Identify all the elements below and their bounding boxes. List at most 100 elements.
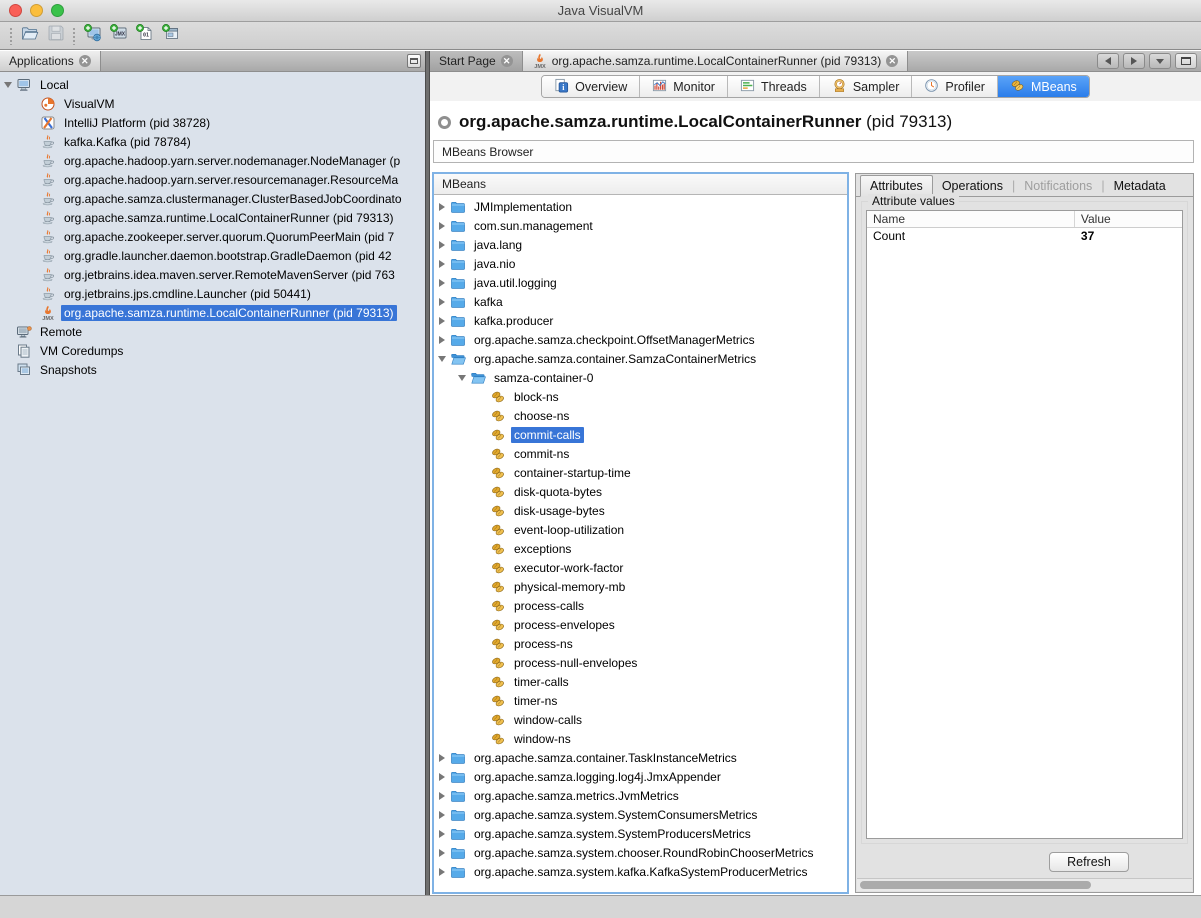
application-tree-item[interactable]: Remote	[0, 322, 425, 341]
application-tree-item[interactable]: org.apache.hadoop.yarn.server.nodemanage…	[0, 151, 425, 170]
expand-expander-icon[interactable]	[434, 830, 450, 838]
document-tab[interactable]: JMXorg.apache.samza.runtime.LocalContain…	[523, 51, 909, 71]
tab-list-button[interactable]	[1149, 53, 1171, 69]
mbean-tree-item[interactable]: org.apache.samza.metrics.JvmMetrics	[434, 786, 847, 805]
mbean-tree-item[interactable]: window-calls	[434, 710, 847, 729]
subtab-overview[interactable]: iOverview	[542, 76, 640, 97]
close-window-button[interactable]	[9, 4, 22, 17]
toolbar-grip[interactable]	[72, 27, 77, 45]
mbean-tree-item[interactable]: process-calls	[434, 596, 847, 615]
mbean-tree-item[interactable]: event-loop-utilization	[434, 520, 847, 539]
maximize-tab-button[interactable]	[1175, 53, 1197, 69]
mbean-tree-item[interactable]: container-startup-time	[434, 463, 847, 482]
mbean-tree-item[interactable]: com.sun.management	[434, 216, 847, 235]
zoom-window-button[interactable]	[51, 4, 64, 17]
application-tree-item[interactable]: org.apache.hadoop.yarn.server.resourcema…	[0, 170, 425, 189]
table-row[interactable]: Count37	[867, 228, 1182, 246]
application-tree-item[interactable]: VM Coredumps	[0, 341, 425, 360]
mbean-tree-item[interactable]: java.util.logging	[434, 273, 847, 292]
mbean-tree-item[interactable]: org.apache.samza.container.TaskInstanceM…	[434, 748, 847, 767]
tab-applications[interactable]: Applications ✕	[0, 51, 101, 71]
expand-expander-icon[interactable]	[434, 811, 450, 819]
collapse-expander-icon[interactable]	[434, 356, 450, 362]
application-tree-item[interactable]: kafka.Kafka (pid 78784)	[0, 132, 425, 151]
add-jmx-connection-button[interactable]: JMX	[106, 24, 132, 48]
mbean-tree-item[interactable]: java.lang	[434, 235, 847, 254]
mbean-tree-item[interactable]: kafka	[434, 292, 847, 311]
application-tree-item[interactable]: org.apache.samza.runtime.LocalContainerR…	[0, 208, 425, 227]
expand-expander-icon[interactable]	[434, 868, 450, 876]
expand-expander-icon[interactable]	[434, 203, 450, 211]
mbean-tree-item[interactable]: commit-calls	[434, 425, 847, 444]
collapse-expander-icon[interactable]	[454, 375, 470, 381]
close-icon[interactable]: ✕	[501, 55, 513, 67]
application-tree-item[interactable]: JMXorg.apache.samza.runtime.LocalContain…	[0, 303, 425, 322]
mbean-tree-item[interactable]: org.apache.samza.container.SamzaContaine…	[434, 349, 847, 368]
mbean-tree-item[interactable]: org.apache.samza.checkpoint.OffsetManage…	[434, 330, 847, 349]
mbean-tree-item[interactable]: JMImplementation	[434, 197, 847, 216]
expand-expander-icon[interactable]	[434, 317, 450, 325]
minimize-panel-button[interactable]	[407, 54, 421, 68]
application-tree-item[interactable]: VisualVM	[0, 94, 425, 113]
toolbar-grip[interactable]	[9, 27, 14, 45]
column-header-name[interactable]: Name	[867, 211, 1075, 227]
mbean-tree-item[interactable]: executor-work-factor	[434, 558, 847, 577]
horizontal-scrollbar[interactable]	[857, 878, 1192, 891]
document-tab[interactable]: Start Page✕	[430, 51, 523, 71]
application-tree-item[interactable]: org.apache.zookeeper.server.quorum.Quoru…	[0, 227, 425, 246]
expand-expander-icon[interactable]	[434, 773, 450, 781]
subtab-profiler[interactable]: Profiler	[912, 76, 998, 97]
column-header-value[interactable]: Value	[1075, 211, 1117, 227]
scrollbar-thumb[interactable]	[860, 881, 1091, 889]
expand-expander-icon[interactable]	[434, 279, 450, 287]
application-tree-item[interactable]: org.jetbrains.idea.maven.server.RemoteMa…	[0, 265, 425, 284]
mbean-tree-item[interactable]: org.apache.samza.system.kafka.KafkaSyste…	[434, 862, 847, 881]
tab-operations[interactable]: Operations	[933, 176, 1012, 196]
application-tree-item[interactable]: org.apache.samza.clustermanager.ClusterB…	[0, 189, 425, 208]
mbean-tree-item[interactable]: timer-ns	[434, 691, 847, 710]
subtab-mbeans[interactable]: MBeans	[998, 76, 1089, 97]
close-icon[interactable]: ✕	[79, 55, 91, 67]
mbean-tree-item[interactable]: org.apache.samza.system.SystemConsumersM…	[434, 805, 847, 824]
subtab-sampler[interactable]: Sampler	[820, 76, 913, 97]
expand-expander-icon[interactable]	[434, 222, 450, 230]
mbean-tree-item[interactable]: commit-ns	[434, 444, 847, 463]
mbean-tree-item[interactable]: java.nio	[434, 254, 847, 273]
application-tree-item[interactable]: Snapshots	[0, 360, 425, 379]
application-tree-item[interactable]: IntelliJ Platform (pid 38728)	[0, 113, 425, 132]
add-vm-coredump-button[interactable]: 01	[132, 24, 158, 48]
application-tree-item[interactable]: Local	[0, 75, 425, 94]
mbean-tree-item[interactable]: samza-container-0	[434, 368, 847, 387]
expand-expander-icon[interactable]	[434, 260, 450, 268]
mbean-tree-item[interactable]: org.apache.samza.logging.log4j.JmxAppend…	[434, 767, 847, 786]
minimize-window-button[interactable]	[30, 4, 43, 17]
mbean-tree-item[interactable]: physical-memory-mb	[434, 577, 847, 596]
subtab-monitor[interactable]: Monitor	[640, 76, 728, 97]
mbean-tree-item[interactable]: timer-calls	[434, 672, 847, 691]
scroll-tabs-left-button[interactable]	[1097, 53, 1119, 69]
mbean-tree-item[interactable]: block-ns	[434, 387, 847, 406]
mbean-tree-item[interactable]: process-null-envelopes	[434, 653, 847, 672]
add-snapshot-button[interactable]	[158, 24, 184, 48]
expand-expander-icon[interactable]	[434, 849, 450, 857]
collapse-expander-icon[interactable]	[0, 82, 16, 88]
mbean-tree-item[interactable]: exceptions	[434, 539, 847, 558]
load-snapshot-button[interactable]	[17, 24, 43, 48]
expand-expander-icon[interactable]	[434, 754, 450, 762]
close-icon[interactable]: ✕	[886, 55, 898, 67]
mbean-tree-item[interactable]: kafka.producer	[434, 311, 847, 330]
expand-expander-icon[interactable]	[434, 298, 450, 306]
mbean-tree-item[interactable]: process-ns	[434, 634, 847, 653]
mbean-tree-item[interactable]: org.apache.samza.system.chooser.RoundRob…	[434, 843, 847, 862]
refresh-button[interactable]: Refresh	[1049, 852, 1129, 872]
add-remote-host-button[interactable]	[80, 24, 106, 48]
application-tree-item[interactable]: org.gradle.launcher.daemon.bootstrap.Gra…	[0, 246, 425, 265]
tab-metadata[interactable]: Metadata	[1105, 176, 1175, 196]
mbean-tree-item[interactable]: org.apache.samza.system.SystemProducersM…	[434, 824, 847, 843]
mbean-tree-item[interactable]: choose-ns	[434, 406, 847, 425]
scroll-tabs-right-button[interactable]	[1123, 53, 1145, 69]
mbean-tree-item[interactable]: process-envelopes	[434, 615, 847, 634]
mbean-tree-item[interactable]: disk-usage-bytes	[434, 501, 847, 520]
subtab-threads[interactable]: Threads	[728, 76, 820, 97]
expand-expander-icon[interactable]	[434, 241, 450, 249]
